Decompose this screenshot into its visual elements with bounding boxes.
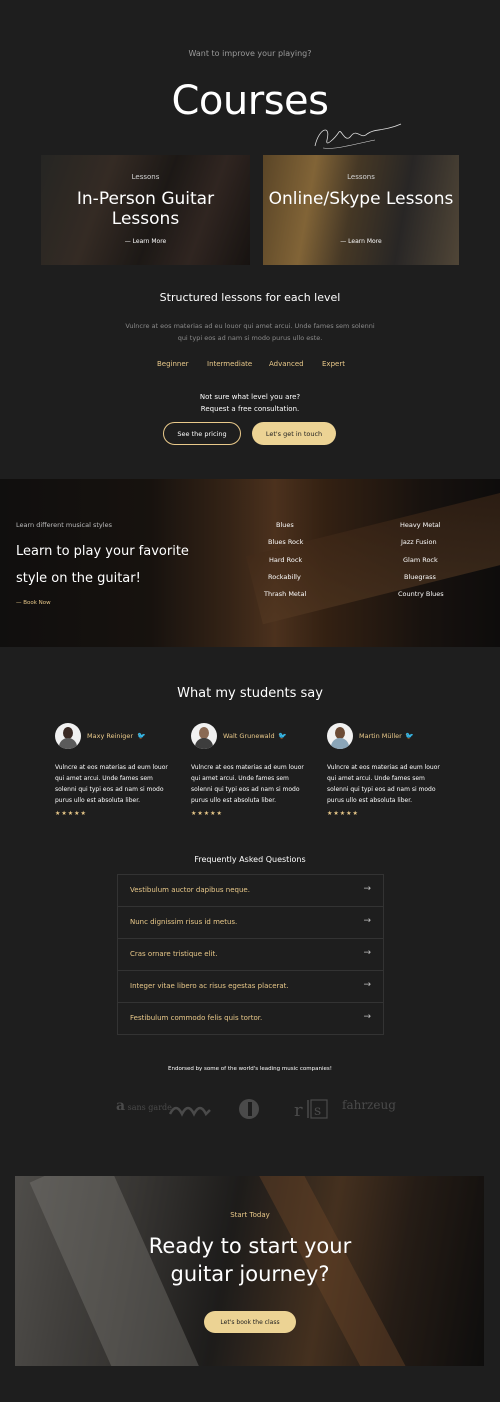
faq-question: Nunc dignissim risus id metus. xyxy=(130,918,238,926)
testimonial-quote: Vulncre at eos materias ad eum louor qui… xyxy=(327,764,440,804)
consultation-text: Not sure what level you are? Request a f… xyxy=(0,391,500,415)
style-item: Bluegrass xyxy=(404,573,436,581)
arrow-right-icon: → xyxy=(363,916,371,926)
rating-stars: ★★★★★ xyxy=(55,810,87,817)
faq-item[interactable]: Integer vitae libero ac risus egestas pl… xyxy=(118,971,383,1003)
style-item: Rockabilly xyxy=(268,573,301,581)
e-logo-icon xyxy=(239,1099,259,1119)
svg-text:s: s xyxy=(314,1103,321,1119)
page-title: Courses xyxy=(171,78,330,124)
faq-title: Frequently Asked Questions xyxy=(194,855,306,864)
faq-list: Vestibulum auctor dapibus neque. → Nunc … xyxy=(117,874,384,1035)
endorsed-text: Endorsed by some of the world's leading … xyxy=(168,1066,332,1072)
faq-item[interactable]: Cras ornare tristique elit. → xyxy=(118,939,383,971)
styles-eyebrow: Learn different musical styles xyxy=(16,521,112,529)
student-name: Martin Müller xyxy=(359,732,402,740)
learn-more-link[interactable]: — Learn More xyxy=(263,238,459,245)
arrow-right-icon: → xyxy=(363,1012,371,1022)
faq-question: Vestibulum auctor dapibus neque. xyxy=(130,886,250,894)
card-title: In-Person Guitar Lessons xyxy=(76,189,215,229)
faq-item[interactable]: Vestibulum auctor dapibus neque. → xyxy=(118,875,383,907)
book-now-link[interactable]: — Book Now xyxy=(16,600,51,606)
student-name: Walt Grunewald xyxy=(223,732,275,740)
book-class-button[interactable]: Let's book the class xyxy=(204,1311,296,1333)
fahrzeug-logo: fahrzeug xyxy=(342,1098,396,1112)
card-eyebrow: Lessons xyxy=(347,173,375,181)
style-item: Blues Rock xyxy=(268,538,304,546)
level-expert[interactable]: Expert xyxy=(322,360,345,368)
levels-description: Vulncre at eos materias ad eu louor qui … xyxy=(125,322,375,342)
faq-question: Integer vitae libero ac risus egestas pl… xyxy=(130,982,289,990)
cta-title: Ready to start your guitar journey? xyxy=(0,1232,500,1288)
svg-text:r: r xyxy=(294,1100,303,1120)
card-eyebrow: Lessons xyxy=(131,173,160,181)
testimonials-title: What my students say xyxy=(177,686,323,701)
style-item: Hard Rock xyxy=(269,556,303,564)
sans-garde-logo: a sans garde xyxy=(116,1098,172,1114)
in-person-lessons-card[interactable]: Lessons In-Person Guitar Lessons — Learn… xyxy=(41,155,250,265)
testimonial-quote: Vulncre at eos materias ad eum louor qui… xyxy=(55,764,168,804)
faq-question: Cras ornare tristique elit. xyxy=(130,950,218,958)
rating-stars: ★★★★★ xyxy=(327,810,359,817)
avatar xyxy=(327,723,353,749)
twitter-icon[interactable]: 🐦 xyxy=(405,732,414,740)
online-lessons-card[interactable]: Lessons Online/Skype Lessons — Learn Mor… xyxy=(263,155,459,265)
consultation-line-2: Request a free consultation. xyxy=(200,405,300,413)
style-item: Country Blues xyxy=(398,590,444,598)
cta-eyebrow: Start Today xyxy=(230,1211,270,1219)
student-name: Maxy Reiniger xyxy=(87,732,134,740)
consultation-line-1: Not sure what level you are? xyxy=(199,393,301,401)
style-item: Heavy Metal xyxy=(400,521,441,529)
faq-item[interactable]: Nunc dignissim risus id metus. → xyxy=(118,907,383,939)
styles-title: Learn to play your favorite style on the… xyxy=(16,544,189,586)
avatar xyxy=(191,723,217,749)
levels-title: Structured lessons for each level xyxy=(159,291,341,304)
style-item: Blues xyxy=(276,521,294,529)
style-item: Glam Rock xyxy=(403,556,438,564)
style-item: Jazz Fusion xyxy=(401,538,437,546)
faq-item[interactable]: Festibulum commodo felis quis tortor. → xyxy=(118,1003,383,1035)
signature-icon xyxy=(314,123,402,149)
arrow-right-icon: → xyxy=(363,980,371,990)
style-item: Thrash Metal xyxy=(264,590,307,598)
faq-question: Festibulum commodo felis quis tortor. xyxy=(130,1014,263,1022)
see-pricing-button[interactable]: See the pricing xyxy=(163,422,241,445)
learn-more-link[interactable]: — Learn More xyxy=(41,238,250,245)
arrow-right-icon: → xyxy=(363,948,371,958)
twitter-icon[interactable]: 🐦 xyxy=(137,732,146,740)
twitter-icon[interactable]: 🐦 xyxy=(278,732,287,740)
rating-stars: ★★★★★ xyxy=(191,810,223,817)
hero-eyebrow: Want to improve your playing? xyxy=(188,49,312,58)
arrow-right-icon: → xyxy=(363,884,371,894)
avatar xyxy=(55,723,81,749)
testimonial-quote: Vulncre at eos materias ad eum louor qui… xyxy=(191,764,304,804)
cta-title-line-1: Ready to start your xyxy=(148,1234,352,1258)
level-intermediate[interactable]: Intermediate xyxy=(207,360,252,368)
wave-logo-icon xyxy=(168,1106,211,1117)
level-beginner[interactable]: Beginner xyxy=(157,360,189,368)
get-in-touch-button[interactable]: Let's get in touch xyxy=(252,422,336,445)
card-title: Online/Skype Lessons xyxy=(268,189,454,209)
cta-title-line-2: guitar journey? xyxy=(170,1262,330,1286)
rs-logo-icon: r s xyxy=(294,1099,328,1120)
level-advanced[interactable]: Advanced xyxy=(269,360,304,368)
